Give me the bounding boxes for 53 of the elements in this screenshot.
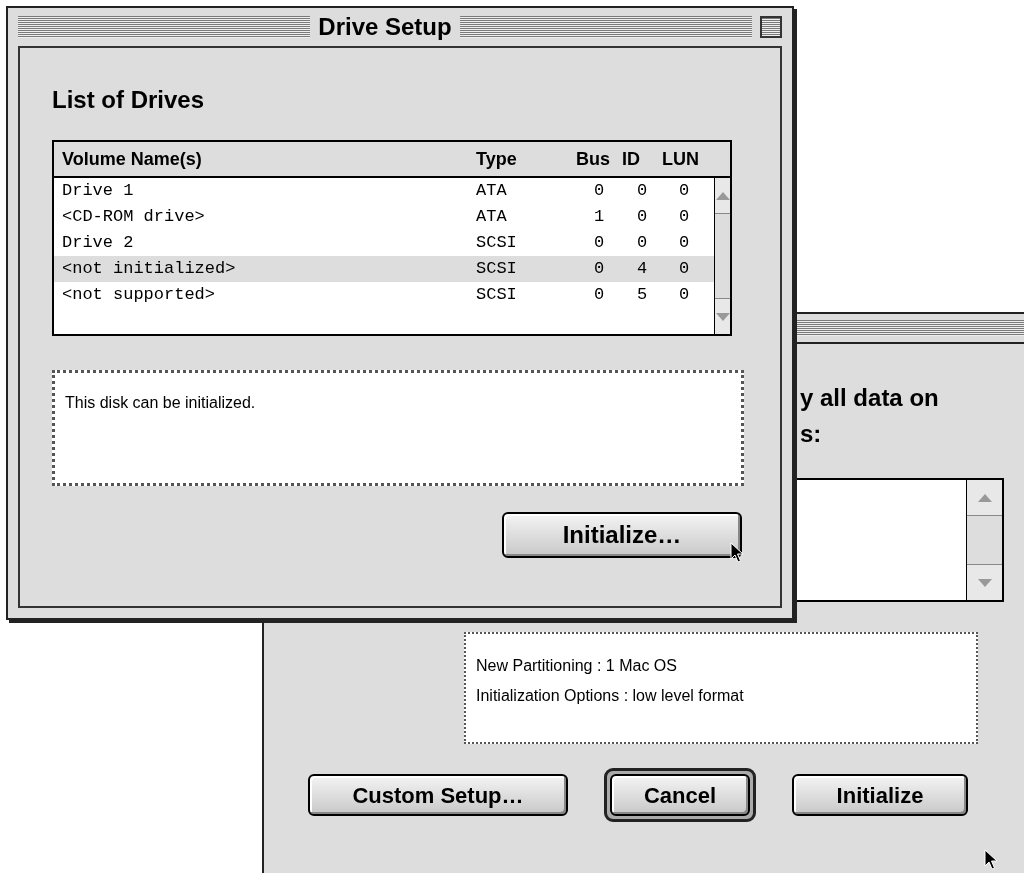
table-cell-text: 0 — [635, 232, 649, 255]
table-cell-text: 0 — [635, 206, 649, 229]
section-heading: List of Drives — [52, 85, 206, 115]
down-arrow-icon — [715, 312, 730, 321]
dialog-button[interactable]: Custom Setup… — [308, 774, 568, 816]
scroll-up-button[interactable] — [967, 480, 1002, 516]
table-cell-text: SCSI — [476, 258, 518, 281]
table-cell-text: 0 — [677, 258, 691, 281]
table-cell-text: 0 — [677, 232, 691, 255]
table-cell-text: 5 — [635, 284, 649, 307]
table-cell-text: 0 — [677, 206, 691, 229]
up-arrow-icon — [977, 493, 992, 502]
initialize-button[interactable]: Initialize… — [502, 512, 742, 558]
cursor-icon — [984, 849, 998, 871]
up-arrow-icon — [715, 191, 730, 200]
table-cell-text: 0 — [677, 180, 691, 203]
table-cell-text: Drive 1 — [62, 180, 135, 203]
table-cell-text: 0 — [592, 284, 606, 307]
collapse-box-icon[interactable] — [760, 16, 782, 38]
summary-text: Initialization Options : low level format — [476, 686, 745, 706]
column-header[interactable]: Type — [476, 145, 576, 173]
scroll-down-button[interactable] — [715, 298, 730, 334]
cursor-icon — [730, 542, 744, 564]
table-cell-text: 0 — [592, 258, 606, 281]
column-header[interactable]: ID — [622, 145, 662, 173]
table-cell-text: <CD-ROM drive> — [62, 206, 206, 229]
warning-text: y all data on — [800, 383, 940, 413]
down-arrow-icon — [977, 578, 992, 587]
summary-text: New Partitioning : 1 Mac OS — [476, 656, 678, 676]
scroll-up-button[interactable] — [715, 178, 730, 214]
drive-row[interactable]: <not initialized> SCSI 0 4 0 — [54, 256, 714, 282]
table-cell-text: SCSI — [476, 232, 518, 255]
table-cell-text: ATA — [476, 206, 508, 229]
column-header[interactable]: Volume Name(s) — [62, 145, 476, 173]
table-cell-text: <not initialized> — [62, 258, 237, 281]
warning-text: s: — [800, 419, 823, 449]
table-cell-text: 1 — [592, 206, 606, 229]
scroll-down-button[interactable] — [967, 564, 1002, 600]
table-cell-text: ATA — [476, 180, 508, 203]
window-title: Drive Setup — [318, 12, 452, 42]
description-text: This disk can be initialized. — [65, 393, 257, 413]
table-cell-text: <not supported> — [62, 284, 217, 307]
dialog-button[interactable]: Initialize — [792, 774, 968, 816]
table-cell-text: 0 — [592, 232, 606, 255]
table-cell-text: 0 — [677, 284, 691, 307]
column-header[interactable]: LUN — [662, 145, 706, 173]
table-cell-text: Drive 2 — [62, 232, 135, 255]
table-cell-text: 4 — [635, 258, 649, 281]
column-header[interactable]: Bus — [576, 145, 622, 173]
table-cell-text: 0 — [635, 180, 649, 203]
dialog-button[interactable]: Cancel — [610, 774, 750, 816]
table-cell-text: 0 — [592, 180, 606, 203]
table-cell-text: SCSI — [476, 284, 518, 307]
